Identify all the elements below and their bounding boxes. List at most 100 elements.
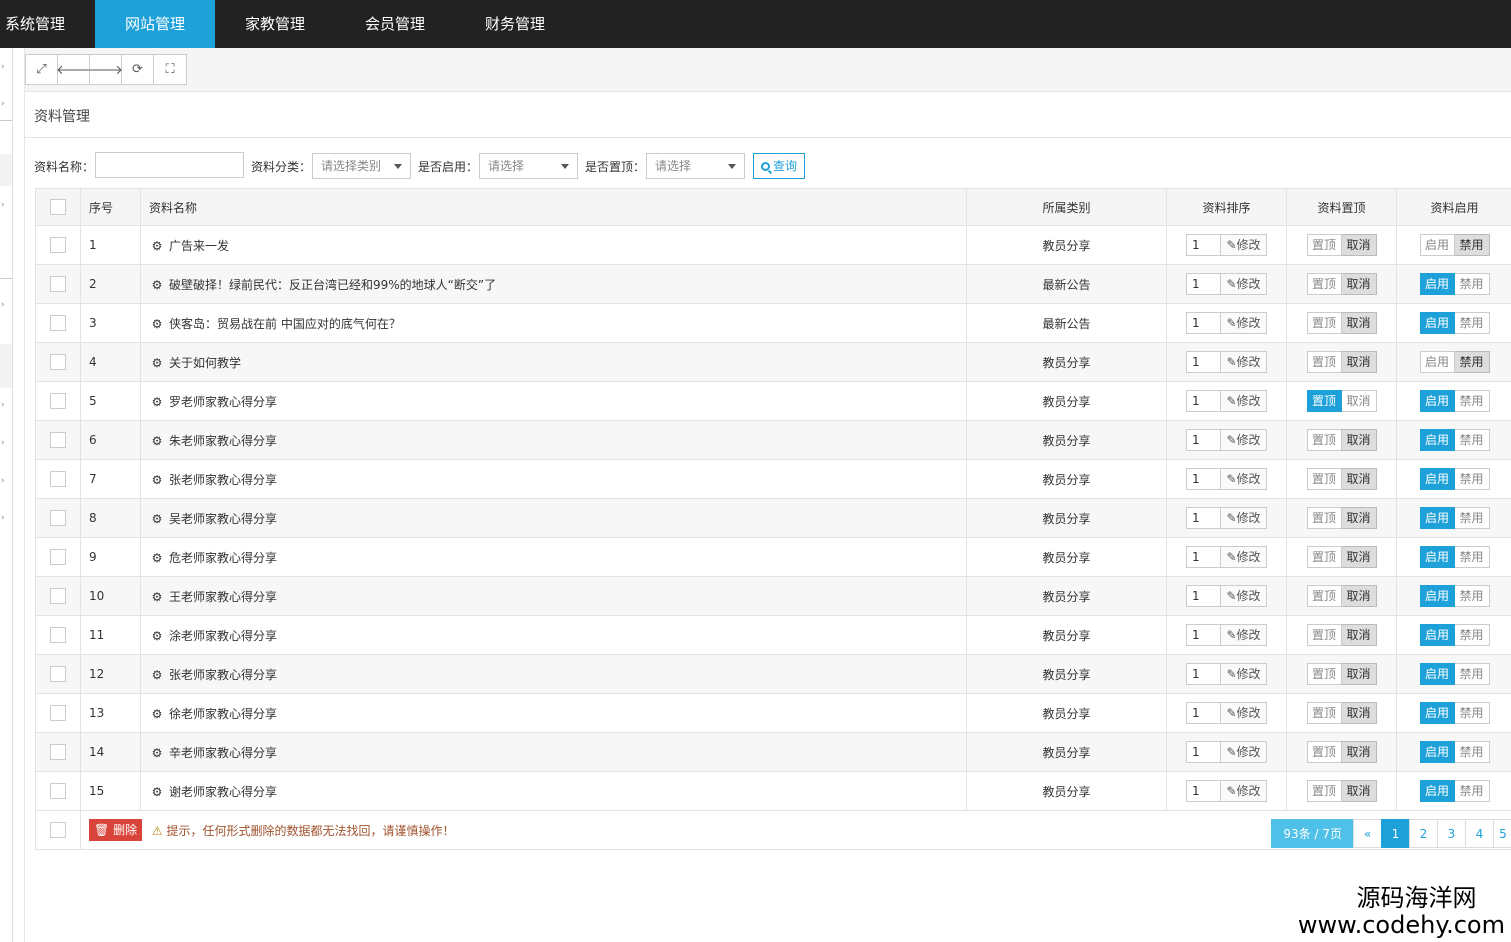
cancel-top-button[interactable]: 取消 [1341,351,1377,373]
enable-button[interactable]: 启用 [1419,741,1455,763]
row-name[interactable]: 关于如何教学 [169,356,241,370]
modify-button[interactable]: ✎修改 [1221,352,1266,372]
disable-button[interactable]: 禁用 [1454,624,1490,646]
gear-icon[interactable]: ⚙ [149,707,165,721]
enable-button[interactable]: 启用 [1419,663,1455,685]
delete-button[interactable]: 🗑 删除 [89,819,143,841]
row-name[interactable]: 张老师家教心得分享 [169,668,277,682]
cancel-top-button[interactable]: 取消 [1341,585,1377,607]
disable-button[interactable]: 禁用 [1454,351,1490,373]
row-name[interactable]: 辛老师家教心得分享 [169,746,277,760]
row-name[interactable]: 张老师家教心得分享 [169,473,277,487]
pagination-page[interactable]: 1 [1381,819,1410,848]
set-top-button[interactable]: 置顶 [1306,429,1342,451]
cancel-top-button[interactable]: 取消 [1341,234,1377,256]
row-name[interactable]: 广告来一发 [169,239,229,253]
sort-input[interactable]: 1 [1187,508,1221,528]
row-name[interactable]: 危老师家教心得分享 [169,551,277,565]
chevron-icon[interactable]: › [1,476,11,486]
disable-button[interactable]: 禁用 [1454,663,1490,685]
enable-button[interactable]: 启用 [1419,702,1455,724]
enable-button[interactable]: 启用 [1419,507,1455,529]
search-button[interactable]: 查询 [753,153,806,179]
sort-input[interactable]: 1 [1187,664,1221,684]
row-name[interactable]: 吴老师家教心得分享 [169,512,277,526]
row-name[interactable]: 王老师家教心得分享 [169,590,277,604]
set-top-button[interactable]: 置顶 [1306,351,1342,373]
cancel-top-button[interactable]: 取消 [1341,663,1377,685]
arrow-right-icon[interactable]: 🡒 [88,55,123,84]
gear-icon[interactable]: ⚙ [149,356,165,370]
disable-button[interactable]: 禁用 [1454,234,1490,256]
row-checkbox[interactable] [50,744,66,760]
set-top-button[interactable]: 置顶 [1306,312,1342,334]
disable-button[interactable]: 禁用 [1454,429,1490,451]
sort-input[interactable]: 1 [1187,235,1221,255]
modify-button[interactable]: ✎修改 [1221,742,1266,762]
disable-button[interactable]: 禁用 [1454,780,1490,802]
set-top-button[interactable]: 置顶 [1306,468,1342,490]
nav-tutoring[interactable]: 家教管理 [215,0,335,48]
disable-button[interactable]: 禁用 [1454,702,1490,724]
modify-button[interactable]: ✎修改 [1221,391,1266,411]
select-all-checkbox[interactable] [50,199,66,215]
sort-input[interactable]: 1 [1187,430,1221,450]
row-name[interactable]: 朱老师家教心得分享 [169,434,277,448]
chevron-icon[interactable]: › [1,400,11,410]
disable-button[interactable]: 禁用 [1454,585,1490,607]
enable-button[interactable]: 启用 [1419,585,1455,607]
modify-button[interactable]: ✎修改 [1221,313,1266,333]
modify-button[interactable]: ✎修改 [1221,781,1266,801]
disable-button[interactable]: 禁用 [1454,273,1490,295]
set-top-button[interactable]: 置顶 [1306,780,1342,802]
set-top-button[interactable]: 置顶 [1306,234,1342,256]
nav-website[interactable]: 网站管理 [95,0,215,48]
cancel-top-button[interactable]: 取消 [1341,546,1377,568]
gear-icon[interactable]: ⚙ [149,434,165,448]
cancel-top-button[interactable]: 取消 [1341,429,1377,451]
row-checkbox[interactable] [50,393,66,409]
disable-button[interactable]: 禁用 [1454,507,1490,529]
sort-input[interactable]: 1 [1187,625,1221,645]
cancel-top-button[interactable]: 取消 [1341,390,1377,412]
name-filter-input[interactable] [95,152,244,178]
arrow-left-icon[interactable]: 🡐 [56,55,91,84]
gear-icon[interactable]: ⚙ [149,590,165,604]
enable-button[interactable]: 启用 [1419,390,1455,412]
gear-icon[interactable]: ⚙ [149,317,165,331]
enable-button[interactable]: 启用 [1419,312,1455,334]
pagination-prev[interactable]: « [1353,819,1382,848]
cancel-top-button[interactable]: 取消 [1341,507,1377,529]
row-name[interactable]: 徐老师家教心得分享 [169,707,277,721]
set-top-button[interactable]: 置顶 [1306,624,1342,646]
sort-input[interactable]: 1 [1187,781,1221,801]
row-name[interactable]: 侠客岛：贸易战在前 中国应对的底气何在？ [169,317,401,331]
pagination-page[interactable]: 5 [1493,819,1511,848]
row-checkbox[interactable] [50,354,66,370]
enable-button[interactable]: 启用 [1419,546,1455,568]
gear-icon[interactable]: ⚙ [149,746,165,760]
set-top-button[interactable]: 置顶 [1306,663,1342,685]
disable-button[interactable]: 禁用 [1454,390,1490,412]
row-checkbox[interactable] [50,471,66,487]
modify-button[interactable]: ✎修改 [1221,274,1266,294]
enable-button[interactable]: 启用 [1419,351,1455,373]
row-name[interactable]: 罗老师家教心得分享 [169,395,277,409]
modify-button[interactable]: ✎修改 [1221,508,1266,528]
pagination-page[interactable]: 4 [1465,819,1494,848]
nav-finance[interactable]: 财务管理 [455,0,575,48]
row-checkbox[interactable] [50,549,66,565]
row-checkbox[interactable] [50,627,66,643]
row-name[interactable]: 谢老师家教心得分享 [169,785,277,799]
sort-input[interactable]: 1 [1187,547,1221,567]
sidebar-item[interactable] [0,344,12,388]
set-top-button[interactable]: 置顶 [1306,546,1342,568]
cancel-top-button[interactable]: 取消 [1341,468,1377,490]
row-checkbox[interactable] [50,588,66,604]
modify-button[interactable]: ✎修改 [1221,664,1266,684]
gear-icon[interactable]: ⚙ [149,668,165,682]
enable-button[interactable]: 启用 [1419,273,1455,295]
enable-button[interactable]: 启用 [1419,780,1455,802]
chevron-icon[interactable]: › [1,200,11,210]
sort-input[interactable]: 1 [1187,274,1221,294]
